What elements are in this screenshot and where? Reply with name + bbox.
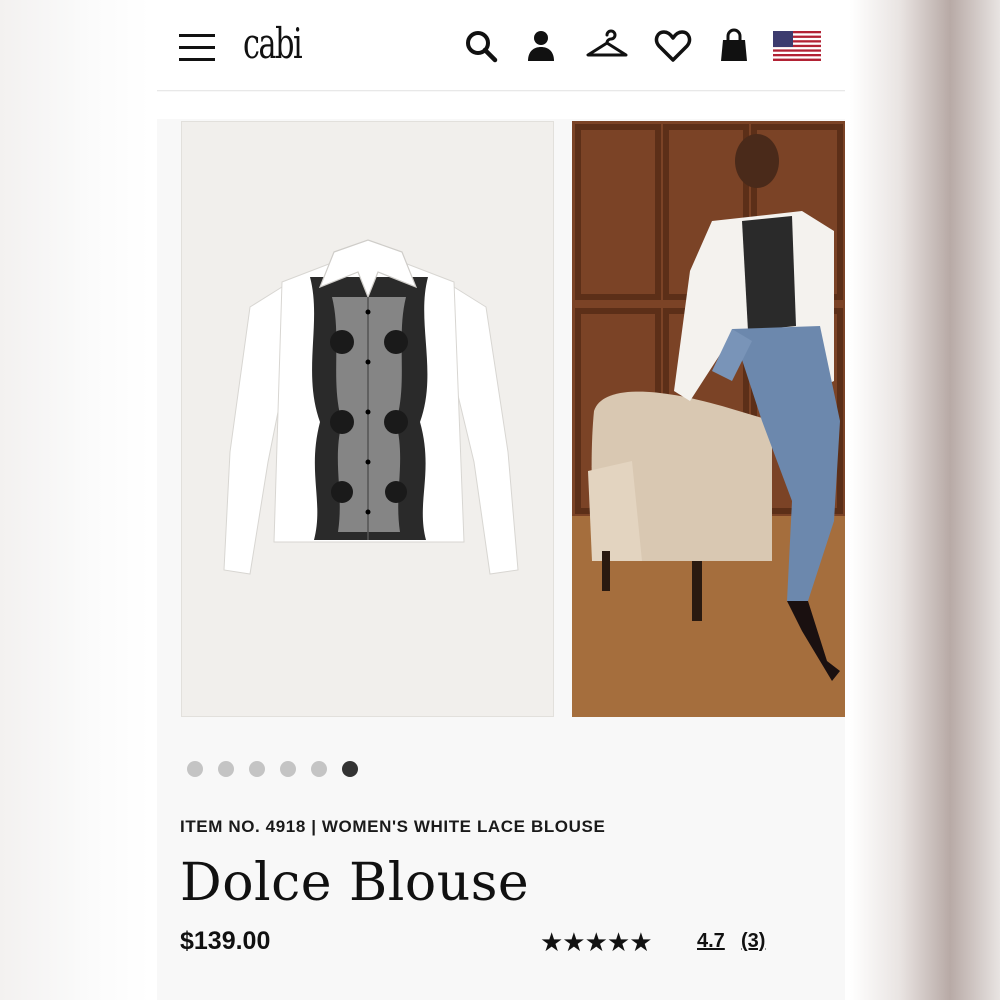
- product-title: Dolce Blouse: [180, 853, 530, 913]
- pagination-dot[interactable]: [249, 761, 265, 777]
- rating-stars[interactable]: ★★★★★: [540, 927, 653, 958]
- rating-value-link[interactable]: 4.7: [697, 930, 725, 953]
- review-count-link[interactable]: (3): [741, 930, 765, 953]
- pagination-dot-active[interactable]: [342, 761, 358, 777]
- bag-icon[interactable]: [715, 27, 753, 65]
- pagination-dot[interactable]: [280, 761, 296, 777]
- wishlist-icon[interactable]: [654, 27, 692, 65]
- product-image-gallery[interactable]: [157, 119, 845, 719]
- menu-icon[interactable]: [179, 34, 215, 62]
- account-icon[interactable]: [522, 27, 560, 65]
- us-flag-icon[interactable]: [773, 27, 821, 65]
- search-icon[interactable]: [462, 27, 500, 65]
- product-model-image[interactable]: [572, 121, 845, 717]
- pagination-dot[interactable]: [311, 761, 327, 777]
- product-price: $139.00: [180, 927, 271, 955]
- cabi-logo[interactable]: cabi: [243, 19, 303, 68]
- hanger-icon[interactable]: [585, 27, 629, 65]
- product-flat-image[interactable]: [181, 121, 554, 717]
- gallery-pagination: [187, 761, 387, 777]
- site-header: cabi: [157, 5, 845, 91]
- pagination-dot[interactable]: [187, 761, 203, 777]
- product-meta: ITEM NO. 4918 | WOMEN'S WHITE LACE BLOUS…: [180, 817, 606, 836]
- pagination-dot[interactable]: [218, 761, 234, 777]
- phone-screen: cabi ITEM NO. 4918 | WOMEN'S WHITE LACE …: [157, 5, 845, 1000]
- sub-header-bar: [157, 92, 845, 119]
